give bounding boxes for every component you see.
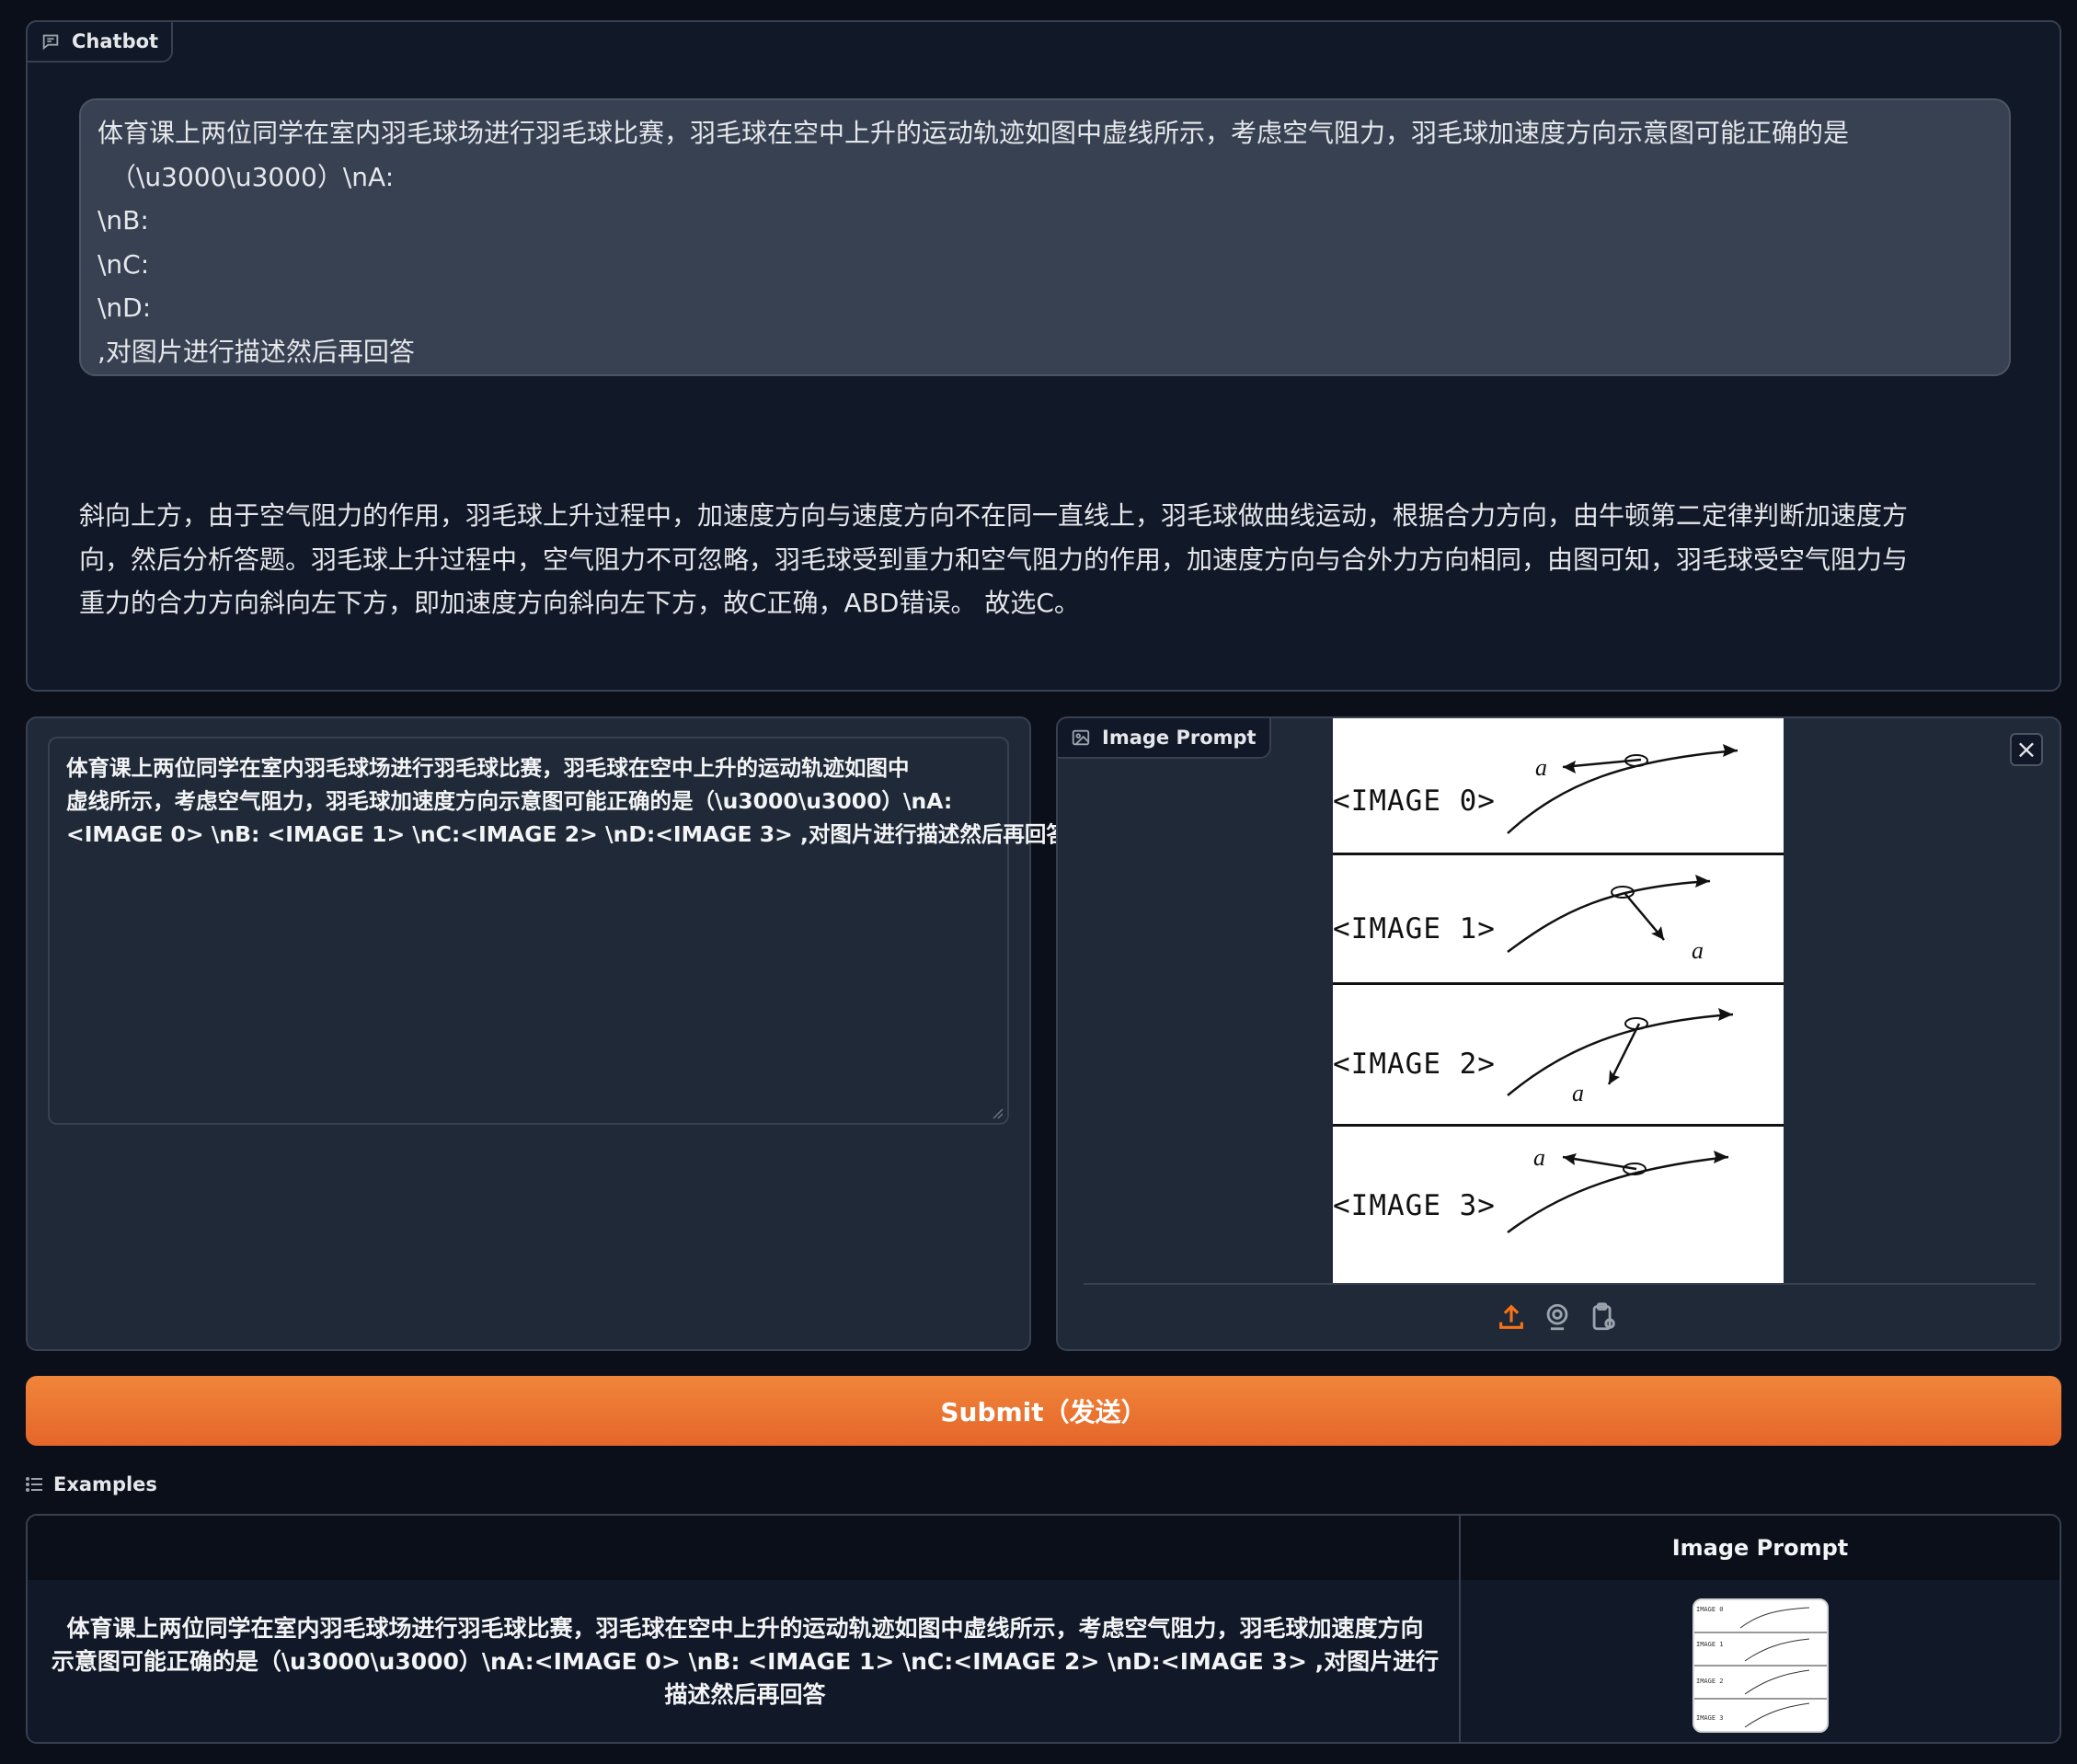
- list-icon: [26, 1477, 42, 1492]
- image-source-toolbar: [1496, 1301, 1619, 1333]
- upload-icon[interactable]: [1496, 1301, 1527, 1333]
- trajectory-diagram: a: [1507, 1144, 1729, 1234]
- submit-button[interactable]: Submit（发送）: [26, 1376, 2061, 1446]
- chatbot-label-tag: Chatbot: [26, 20, 174, 63]
- bot-message-line: 重力的合力方向斜向左下方，即加速度方向斜向左下方，故C正确，ABD错误。 故选C…: [79, 588, 1080, 618]
- table-row[interactable]: 体育课上两位同学在室内羽毛球场进行羽毛球比赛，羽毛球在空中上升的运动轨迹如图中虚…: [28, 1580, 2060, 1742]
- accel-label: a: [1692, 937, 1704, 964]
- examples-label: Examples: [53, 1473, 157, 1495]
- prompt-textarea[interactable]: 体育课上两位同学在室内羽毛球场进行羽毛球比赛，羽毛球在空中上升的运动轨迹如图中 …: [48, 737, 1068, 1125]
- example-text-cell[interactable]: 体育课上两位同学在室内羽毛球场进行羽毛球比赛，羽毛球在空中上升的运动轨迹如图中虚…: [46, 1580, 1444, 1742]
- examples-table: Image Prompt 体育课上两位同学在室内羽毛球场进行羽毛球比赛，羽毛球在…: [26, 1514, 2061, 1744]
- table-header-row: Image Prompt: [28, 1516, 2060, 1582]
- textbox-panel: 体育课上两位同学在室内羽毛球场进行羽毛球比赛，羽毛球在空中上升的运动轨迹如图中 …: [26, 716, 1068, 1351]
- user-message-line: （\u3000\u3000）\nA:: [110, 161, 395, 192]
- textarea-line: <IMAGE 0> \nB: <IMAGE 1> \nC:<IMAGE 2> \…: [66, 821, 1068, 847]
- svg-text:IMAGE 1: IMAGE 1: [1696, 1641, 1724, 1648]
- accel-label: a: [1533, 1144, 1545, 1171]
- bot-message: 斜向上方，由于空气阻力的作用，羽毛球上升过程中，加速度方向与速度方向不在同一直线…: [79, 494, 2038, 625]
- table-header-image-prompt: Image Prompt: [1671, 1535, 1849, 1561]
- trajectory-diagram: a: [1507, 1008, 1734, 1106]
- svg-text:IMAGE 0: IMAGE 0: [1696, 1606, 1724, 1613]
- bot-message-line: 斜向上方，由于空气阻力的作用，羽毛球上升过程中，加速度方向与速度方向不在同一直线…: [79, 500, 1909, 531]
- textarea-line: 体育课上两位同学在室内羽毛球场进行羽毛球比赛，羽毛球在空中上升的运动轨迹如图中: [66, 755, 910, 781]
- image-strip-3: <IMAGE 3> a: [1333, 1127, 1784, 1285]
- accel-label: a: [1572, 1080, 1584, 1106]
- textarea-line: 虚线所示，考虑空气阻力，羽毛球加速度方向示意图可能正确的是（\u3000\u30…: [66, 788, 953, 814]
- clipboard-icon[interactable]: [1588, 1301, 1619, 1333]
- example-text-line: 体育课上两位同学在室内羽毛球场进行羽毛球比赛，羽毛球在空中上升的运动轨迹如图中虚…: [66, 1615, 1424, 1642]
- prompt-image: <IMAGE 0> a <IMAGE 1> a <IMAGE 2> a <IMA…: [1333, 718, 1784, 1285]
- resize-handle-icon[interactable]: [991, 1106, 1004, 1119]
- example-text-line: 示意图可能正确的是（\u3000\u3000）\nA:<IMAGE 0> \nB…: [51, 1648, 1440, 1708]
- chatbot-panel: Chatbot 体育课上两位同学在室内羽毛球场进行羽毛球比赛，羽毛球在空中上升的…: [26, 20, 2061, 692]
- user-message: 体育课上两位同学在室内羽毛球场进行羽毛球比赛，羽毛球在空中上升的运动轨迹如图中虚…: [79, 98, 2011, 376]
- thumbnail-diagram: IMAGE 0 IMAGE 1 IMAGE 2 IMAGE 3: [1694, 1606, 1827, 1728]
- image-strip-1: <IMAGE 1> a: [1333, 855, 1784, 985]
- user-message-line: ,对图片进行描述然后再回答: [98, 336, 415, 367]
- divider: [1084, 1283, 2036, 1285]
- trajectory-diagram: a: [1507, 744, 1738, 834]
- accel-label: a: [1535, 754, 1547, 781]
- user-message-line: \nC:: [98, 248, 150, 280]
- chatbot-label: Chatbot: [72, 30, 159, 52]
- image-prompt-panel: <IMAGE 0> a <IMAGE 1> a <IMAGE 2> a <IMA…: [1056, 716, 2061, 1351]
- image-icon: [1072, 729, 1090, 746]
- image-prompt-label: Image Prompt: [1102, 727, 1257, 749]
- user-message-line: 体育课上两位同学在室内羽毛球场进行羽毛球比赛，羽毛球在空中上升的运动轨迹如图中虚…: [98, 118, 1850, 148]
- webcam-icon[interactable]: [1542, 1301, 1573, 1333]
- trajectory-diagram: a: [1507, 875, 1711, 964]
- column-divider: [1459, 1516, 1461, 1742]
- image-strip-0: <IMAGE 0> a: [1333, 718, 1784, 855]
- image-strip-2: <IMAGE 2> a: [1333, 985, 1784, 1127]
- chat-icon: [42, 34, 59, 51]
- bot-message-line: 向，然后分析答题。羽毛球上升过程中，空气阻力不可忽略，羽毛球受到重力和空气阻力的…: [79, 544, 1909, 575]
- user-message-line: \nD:: [98, 292, 152, 323]
- user-message-line: \nB:: [98, 205, 149, 235]
- examples-header: Examples: [26, 1473, 157, 1495]
- svg-text:IMAGE 2: IMAGE 2: [1696, 1678, 1724, 1685]
- clear-image-button[interactable]: ×: [2010, 733, 2043, 766]
- image-prompt-label-tag: Image Prompt: [1058, 718, 1271, 759]
- svg-text:IMAGE 3: IMAGE 3: [1696, 1714, 1724, 1722]
- example-image-thumbnail[interactable]: IMAGE 0 IMAGE 1 IMAGE 2 IMAGE 3: [1693, 1598, 1829, 1733]
